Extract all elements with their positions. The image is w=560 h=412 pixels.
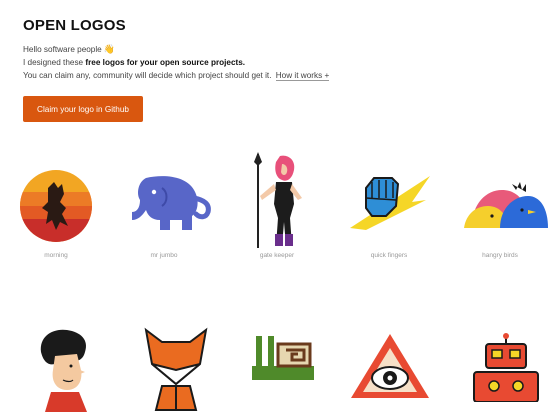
logo-caption: quick fingers (370, 252, 408, 259)
boy-face-logo-icon (40, 329, 87, 412)
fox-logo-icon (144, 327, 208, 411)
morning-logo-icon (20, 170, 92, 242)
intro-line-2-bold: free logos for your open source projects… (85, 58, 246, 67)
logo-card-quick-fingers[interactable] (340, 172, 440, 232)
robot-logo-icon (473, 333, 539, 402)
how-it-works-link[interactable]: How it works + (275, 71, 330, 81)
warrior-logo-icon (254, 152, 302, 248)
eye-pyramid-logo-icon (351, 334, 429, 398)
waving-hand-icon: 👋 (103, 44, 115, 54)
logo-card-row2-3[interactable] (238, 330, 338, 400)
logo-caption: hangry birds (482, 252, 518, 259)
logo-card-row2-2[interactable] (126, 324, 226, 412)
logo-caption: gate keeper (259, 252, 295, 259)
logo-card-morning[interactable] (6, 168, 106, 244)
page-title: OPEN LOGOS (23, 17, 126, 34)
greeting-text: Hello software people (23, 45, 102, 54)
logo-caption: morning (44, 252, 68, 259)
logo-card-mr-jumbo[interactable] (119, 170, 219, 234)
intro-line-2: I designed these (23, 58, 86, 67)
fist-logo-icon (350, 176, 430, 230)
intro-line-3: You can claim any, community will decide… (23, 71, 272, 80)
logo-card-gate-keeper[interactable] (226, 152, 326, 250)
logo-card-row2-1[interactable] (18, 326, 118, 412)
intro-text: Hello software people 👋 I designed these … (23, 43, 330, 82)
snail-logo-icon (252, 336, 314, 380)
logo-card-row2-4[interactable] (340, 330, 440, 400)
logo-caption: mr jumbo (150, 252, 178, 259)
birds-logo-icon (464, 182, 548, 228)
logo-card-hangry-birds[interactable] (456, 176, 556, 230)
claim-logo-button[interactable]: Claim your logo in Github (23, 96, 143, 122)
logo-card-row2-5[interactable] (456, 332, 556, 402)
elephant-logo-icon (132, 176, 211, 230)
